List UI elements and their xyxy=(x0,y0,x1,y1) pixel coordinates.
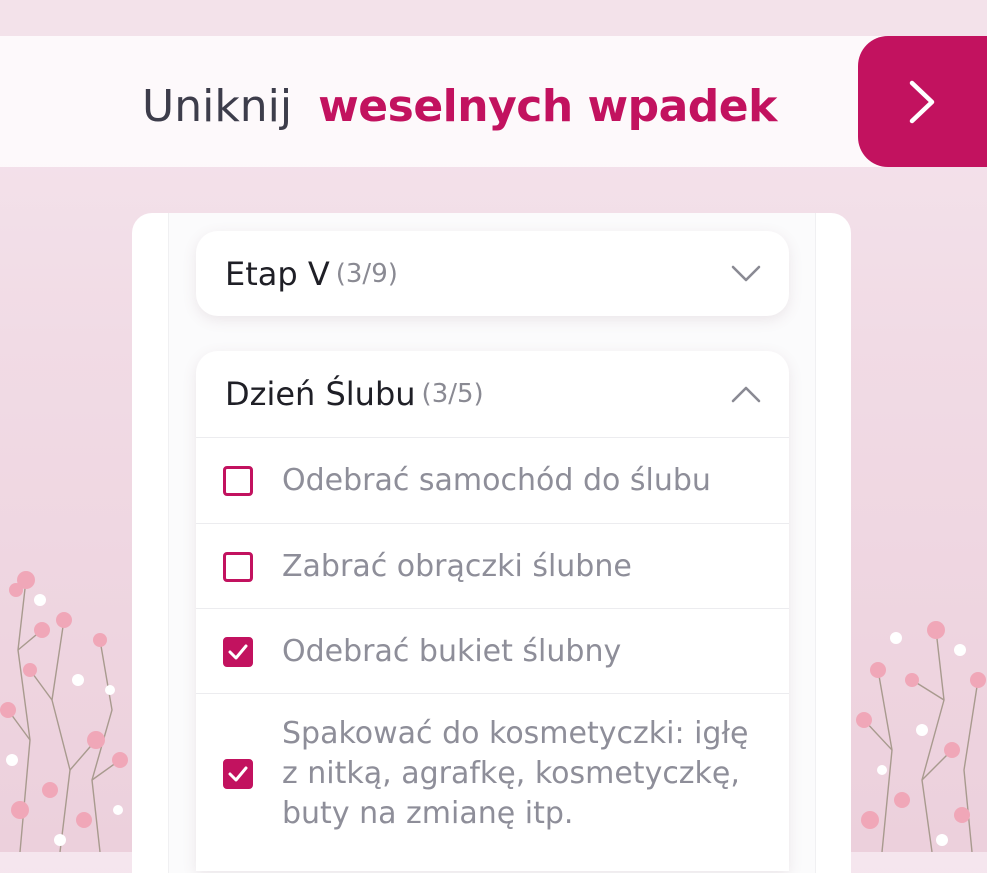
section-title: Dzień Ślubu xyxy=(225,375,416,413)
checkmark-icon xyxy=(228,644,248,659)
label-line: Spakować do kosmetyczki: igłę xyxy=(282,716,749,751)
checklist-item[interactable]: Spakować do kosmetyczki: igłę z nitką, a… xyxy=(196,694,789,854)
banner-title-plain: Uniknij xyxy=(142,80,293,132)
checkbox-checked[interactable] xyxy=(223,636,253,667)
checklist-item[interactable]: Zabrać obrączki ślubne xyxy=(196,524,789,609)
section-header-dzien-slubu[interactable]: Dzień Ślubu (3/5) xyxy=(196,351,789,437)
section-header-etap-v[interactable]: Etap V (3/9) xyxy=(196,231,789,316)
checklist-item-label: Zabrać obrączki ślubne xyxy=(282,548,632,584)
checklist-item-label-multiline: Spakować do kosmetyczki: igłę z nitką, a… xyxy=(282,714,748,834)
checkbox-unchecked[interactable] xyxy=(223,551,253,582)
section-count: (3/9) xyxy=(335,258,398,289)
chevron-right-icon xyxy=(909,80,935,123)
label-line: z nitką, agrafkę, kosmetyczkę, xyxy=(282,756,740,791)
flower-decoration-left xyxy=(0,571,128,852)
section-count: (3/5) xyxy=(421,379,484,409)
banner-next-button[interactable] xyxy=(858,36,987,167)
checklist-item[interactable]: Odebrać bukiet ślubny xyxy=(196,609,789,694)
top-strip xyxy=(0,0,987,36)
checkmark-icon xyxy=(228,766,248,782)
section-title: Etap V xyxy=(225,254,330,293)
checklist-item-label: Odebrać samochód do ślubu xyxy=(282,462,711,498)
section-dzien-slubu: Dzień Ślubu (3/5) Odebrać samochód do śl… xyxy=(196,351,789,871)
section-etap-v: Etap V (3/9) xyxy=(196,231,789,316)
banner-title: Uniknij weselnych wpadek xyxy=(142,66,777,146)
checklist-item-label: Odebrać bukiet ślubny xyxy=(282,633,622,669)
checkbox-checked[interactable] xyxy=(223,759,253,789)
label-line: buty na zmianę itp. xyxy=(282,796,574,831)
checkbox-unchecked[interactable] xyxy=(223,465,253,496)
chevron-down-icon[interactable] xyxy=(731,265,761,283)
banner-title-accent: weselnych wpadek xyxy=(318,80,777,132)
flower-decoration-right xyxy=(856,621,986,852)
checklist-item[interactable]: Odebrać samochód do ślubu xyxy=(196,438,789,523)
chevron-up-icon[interactable] xyxy=(731,385,761,403)
